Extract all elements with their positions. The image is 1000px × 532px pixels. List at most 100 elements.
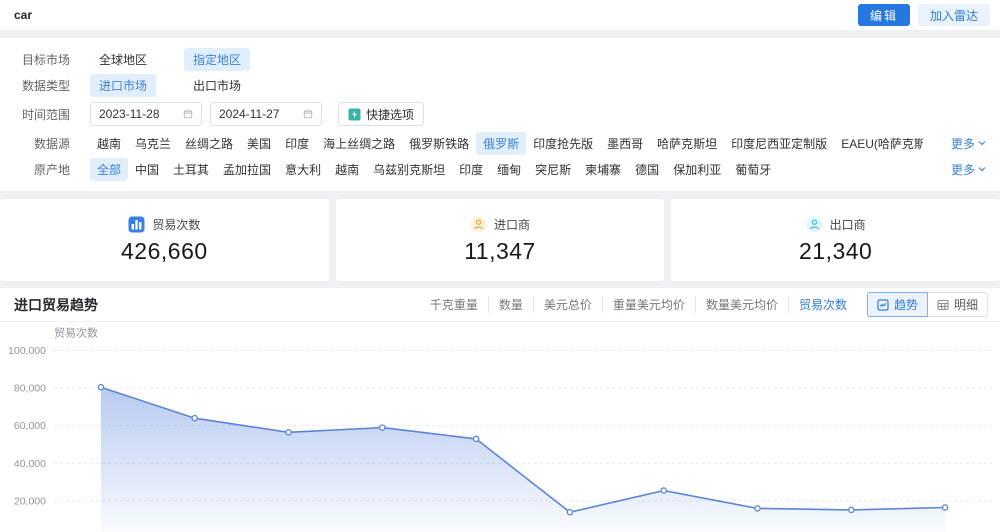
stat-value: 21,340 [799, 237, 873, 264]
data-source-option[interactable]: 哈萨克斯坦 [650, 132, 724, 155]
data-point [379, 424, 386, 431]
filter-row-data-source: 数据源 越南 乌克兰 丝绸之路 美国 印度 海上丝绸之路 俄罗斯铁路 俄罗斯 印度抢先版 墨西哥哈… [14, 130, 986, 156]
stat-cards: 贸易次数 426,660 进口商 11,347 出口商 21,340 [0, 199, 1000, 281]
origin-option[interactable]: 越南 [328, 158, 366, 181]
chart-header: 进口贸易趋势 千克重量 数量 美元总价 重量美元均价 数量美元均价 贸易次数 趋势 明细 [0, 288, 1000, 322]
start-date-input[interactable] [90, 102, 202, 126]
quick-options-button[interactable]: 快捷选项 [338, 102, 425, 126]
origin-option[interactable]: 突尼斯 [528, 158, 578, 181]
origin-option[interactable]: 德国 [628, 158, 666, 181]
bar-chart-icon [128, 216, 145, 232]
trend-view-button[interactable]: 趋势 [866, 292, 928, 317]
origin-option[interactable]: 柬埔寨 [578, 158, 628, 181]
target-market-label: 目标市场 [21, 52, 70, 67]
y-tick-label: 100,000 [8, 345, 46, 357]
detail-view-label: 明细 [953, 298, 978, 312]
chart-panel: 进口贸易趋势 千克重量 数量 美元总价 重量美元均价 数量美元均价 贸易次数 趋势 明细 … [0, 288, 1000, 532]
start-date-field[interactable] [99, 107, 177, 121]
origin-option[interactable]: 全部 [90, 157, 129, 181]
data-point [191, 414, 198, 422]
origin-option[interactable]: 乌兹别克斯坦 [366, 158, 452, 181]
data-source-option[interactable]: 越南 [90, 132, 128, 155]
stat-value: 11,347 [464, 237, 536, 264]
stat-label: 进口商 [494, 217, 531, 232]
stat-label: 出口商 [829, 217, 866, 232]
exporter-icon [806, 216, 823, 232]
chart-svg: 贸易次数020,00040,00060,00080,000100,0002023… [8, 326, 992, 532]
data-source-option[interactable]: 印度尼西亚定制版 [724, 132, 834, 155]
metric-tab[interactable]: 美元总价 [532, 296, 602, 313]
y-tick-label: 60,000 [14, 420, 46, 432]
chevron-down-icon [978, 141, 986, 146]
metric-tab[interactable]: 贸易次数 [787, 296, 857, 313]
origin-label: 原产地 [33, 162, 70, 177]
metric-tabs: 千克重量 数量 美元总价 重量美元均价 数量美元均价 贸易次数 [420, 296, 857, 313]
y-tick-label: 80,000 [14, 383, 46, 395]
data-source-option[interactable]: 俄罗斯 [476, 131, 527, 155]
more-label: 更多 [950, 136, 975, 151]
origin-option[interactable]: 孟加拉国 [216, 158, 278, 181]
filter-row-target-market: 目标市场 全球地区 指定地区 [14, 46, 986, 72]
origin-option[interactable]: 印度 [452, 158, 490, 181]
page-root: car 编辑 加入雷达 目标市场 全球地区 指定地区 数据类型 进口市场 出口市场 … [0, 0, 1000, 532]
chevron-down-icon [978, 167, 986, 172]
data-source-option[interactable]: 美国 [240, 132, 278, 155]
origin-option[interactable]: 缅甸 [490, 158, 528, 181]
origin-option[interactable]: 中国 [128, 158, 166, 181]
edit-button[interactable]: 编辑 [857, 4, 910, 26]
end-date-input[interactable] [210, 102, 322, 126]
data-source-option[interactable]: 墨西哥 [600, 132, 650, 155]
data-source-option[interactable]: 印度抢先版 [526, 132, 600, 155]
trend-view-label: 趋势 [893, 298, 918, 312]
data-point [941, 504, 949, 511]
y-tick-label: 40,000 [14, 458, 46, 470]
y-tick-label: 20,000 [14, 495, 46, 507]
stat-card-exporters: 出口商 21,340 [671, 199, 1000, 281]
calendar-icon [303, 110, 313, 119]
add-to-radar-button[interactable]: 加入雷达 [917, 4, 990, 26]
data-source-option[interactable]: EAEU(哈萨克斯坦) [834, 132, 923, 155]
target-market-option[interactable]: 指定地区 [184, 47, 251, 71]
data-source-option[interactable]: 印度 [278, 132, 316, 155]
detail-view-button[interactable]: 明细 [927, 292, 988, 317]
origin-option[interactable]: 意大利 [278, 158, 328, 181]
chart-title: 进口贸易趋势 [14, 296, 98, 313]
metric-tab[interactable]: 千克重量 [420, 296, 488, 313]
data-point [848, 506, 855, 514]
filter-panel: 目标市场 全球地区 指定地区 数据类型 进口市场 出口市场 时间范围 快捷选项 [0, 38, 1000, 191]
importer-icon [470, 216, 487, 232]
data-type-option[interactable]: 出口市场 [184, 74, 250, 97]
y-axis-title: 贸易次数 [54, 326, 98, 340]
origin-option[interactable]: 保加利亚 [666, 158, 728, 181]
filter-row-data-type: 数据类型 进口市场 出口市场 [14, 72, 986, 98]
end-date-field[interactable] [219, 107, 297, 121]
more-label: 更多 [950, 162, 975, 177]
target-market-option[interactable]: 全球地区 [90, 48, 156, 71]
quick-options-icon [348, 108, 361, 120]
area-fill [100, 387, 946, 532]
data-source-option[interactable]: 海上丝绸之路 [316, 132, 402, 155]
origin-more-link[interactable]: 更多 [951, 161, 986, 178]
metric-tab[interactable]: 数量 [487, 296, 533, 313]
filter-row-time-range: 时间范围 快捷选项 [14, 101, 986, 127]
data-source-more-link[interactable]: 更多 [951, 135, 986, 152]
data-type-option[interactable]: 进口市场 [90, 73, 157, 97]
trend-line-chart[interactable]: 贸易次数020,00040,00060,00080,000100,0002023… [0, 322, 1000, 532]
origin-option[interactable]: 土耳其 [166, 158, 216, 181]
metric-tab[interactable]: 重量美元均价 [601, 296, 695, 313]
data-type-label: 数据类型 [21, 78, 70, 93]
data-point [472, 435, 480, 443]
data-source-option[interactable]: 乌克兰 [128, 132, 178, 155]
data-source-label: 数据源 [33, 136, 70, 151]
target-market-options: 全球地区 指定地区 [90, 47, 251, 71]
time-range-label: 时间范围 [21, 107, 70, 122]
data-source-option[interactable]: 俄罗斯铁路 [402, 132, 476, 155]
data-source-option[interactable]: 丝绸之路 [178, 132, 240, 155]
stat-card-importers: 进口商 11,347 [335, 199, 665, 281]
page-title: car [14, 8, 33, 22]
data-point [754, 505, 761, 512]
metric-tab[interactable]: 数量美元均价 [694, 296, 788, 313]
origin-option[interactable]: 葡萄牙 [728, 158, 773, 181]
top-bar: car 编辑 加入雷达 [0, 0, 1000, 31]
data-point [97, 383, 105, 391]
